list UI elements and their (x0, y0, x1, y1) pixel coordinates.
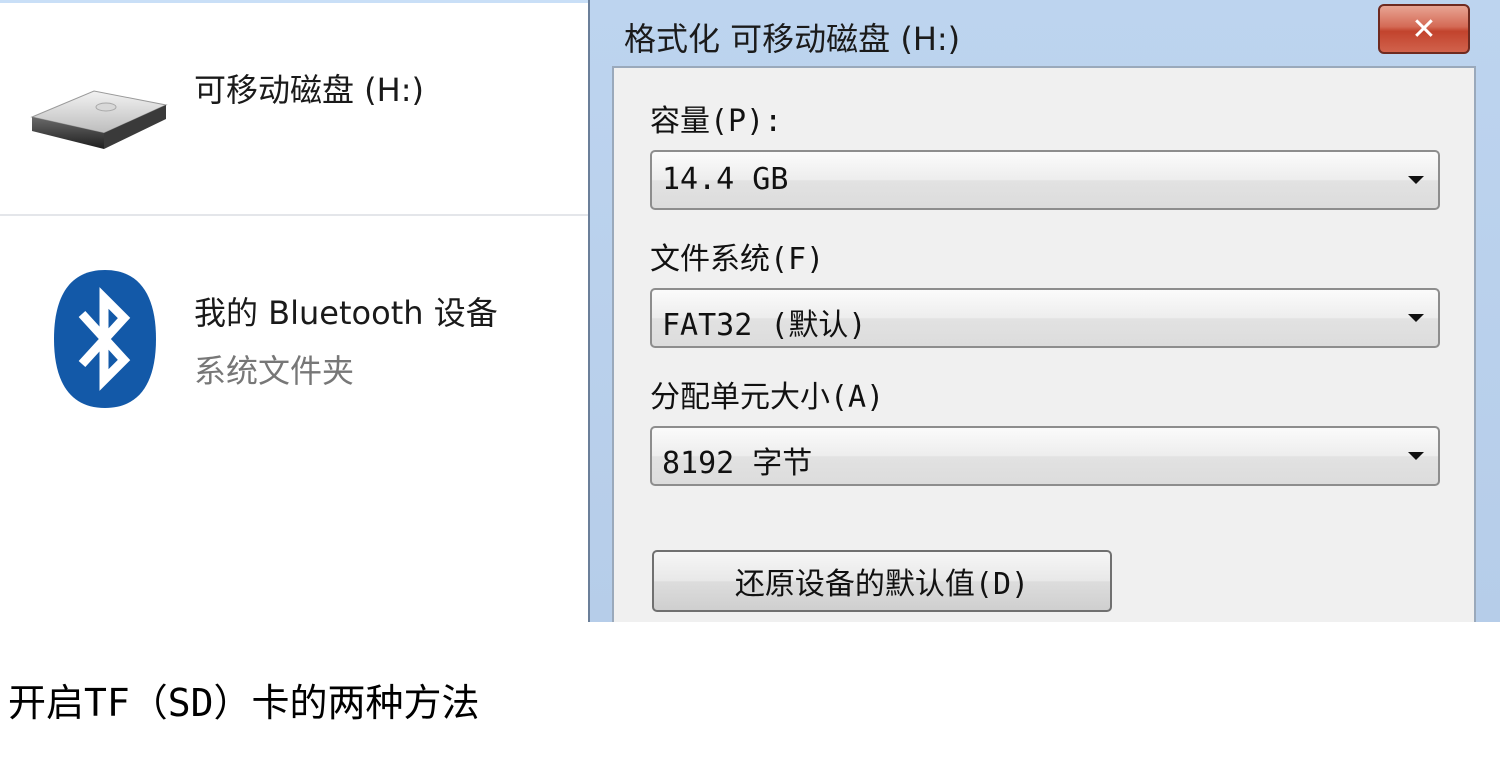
dialog-title: 格式化 可移动磁盘 (H:) (624, 20, 961, 58)
filesystem-label: 文件系统(F) (650, 242, 825, 277)
filesystem-select[interactable]: FAT32 (默认) (650, 288, 1440, 348)
bluetooth-sublabel: 系统文件夹 (194, 352, 355, 390)
allocation-select[interactable]: 8192 字节 (650, 426, 1440, 486)
caption: 开启TF（SD）卡的两种方法 (8, 681, 480, 725)
allocation-label: 分配单元大小(A) (650, 380, 885, 415)
removable-drive-item[interactable]: 可移动磁盘 (H:) (0, 3, 588, 215)
chevron-down-icon (1408, 176, 1424, 184)
restore-defaults-button[interactable]: 还原设备的默认值(D) (652, 550, 1112, 612)
screen: 可移动磁盘 (H:) 我的 Bluetooth 设备 系统文件夹 格式化 可移动… (0, 0, 1500, 757)
format-dialog: 格式化 可移动磁盘 (H:) ✕ 容量(P): 14.4 GB 文件系统(F) … (588, 0, 1500, 622)
capacity-select[interactable]: 14.4 GB (650, 150, 1440, 210)
bluetooth-label: 我的 Bluetooth 设备 (194, 294, 498, 332)
allocation-value: 8192 字节 (662, 446, 813, 481)
capacity-value: 14.4 GB (662, 162, 789, 197)
dialog-client-area: 容量(P): 14.4 GB 文件系统(F) FAT32 (默认) 分配单元大小… (612, 66, 1476, 622)
removable-drive-icon (30, 90, 168, 149)
close-icon: ✕ (1411, 11, 1437, 47)
bluetooth-icon (54, 270, 156, 408)
bluetooth-devices-item[interactable]: 我的 Bluetooth 设备 系统文件夹 (0, 216, 588, 622)
explorer-pane: 可移动磁盘 (H:) 我的 Bluetooth 设备 系统文件夹 (0, 0, 588, 622)
capacity-label: 容量(P): (650, 104, 783, 139)
drive-label: 可移动磁盘 (H:) (194, 71, 424, 109)
chevron-down-icon (1408, 314, 1424, 322)
chevron-down-icon (1408, 452, 1424, 460)
filesystem-value: FAT32 (默认) (662, 308, 867, 343)
close-button[interactable]: ✕ (1378, 4, 1470, 54)
